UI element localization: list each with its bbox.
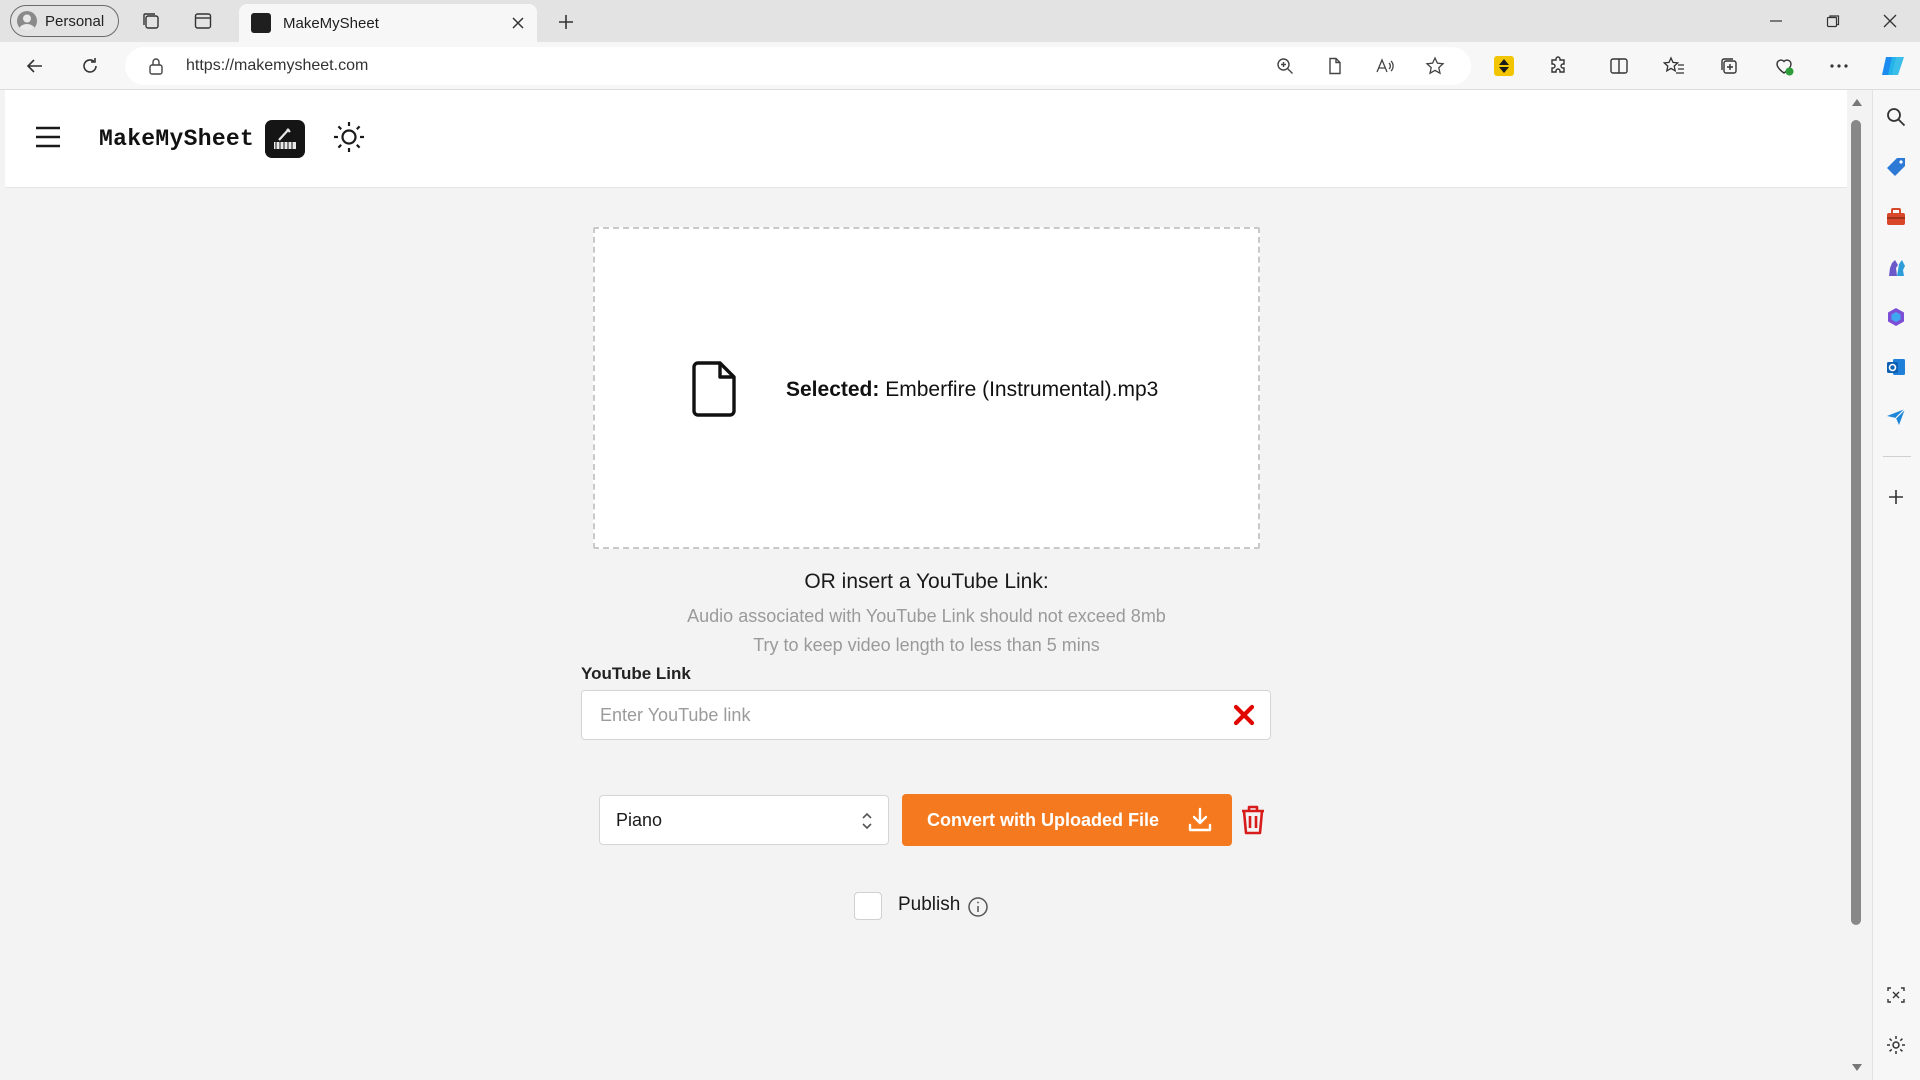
url-text[interactable]: https://makemysheet.com xyxy=(186,57,368,75)
sidebar-search-icon[interactable] xyxy=(1885,106,1909,130)
favorite-star-icon[interactable] xyxy=(1418,49,1452,83)
profile-label: Personal xyxy=(45,12,105,30)
page-content: MakeMySheet Selected: Emberfire (Instrum… xyxy=(5,90,1847,1080)
sidebar-settings-icon[interactable] xyxy=(1885,1034,1909,1058)
extensions-puzzle-icon[interactable] xyxy=(1541,49,1575,83)
app-logo-icon[interactable] xyxy=(265,120,305,158)
scroll-down-icon[interactable] xyxy=(1851,1062,1863,1072)
copilot-icon[interactable] xyxy=(1876,49,1910,83)
browser-tab-bar: Personal MakeMySheet xyxy=(0,0,1920,42)
scroll-up-icon[interactable] xyxy=(1851,98,1863,108)
favorites-icon[interactable] xyxy=(1657,49,1691,83)
youtube-link-input[interactable] xyxy=(581,690,1271,740)
sidebar-microsoft365-icon[interactable] xyxy=(1885,306,1909,330)
more-options-icon[interactable] xyxy=(1822,49,1856,83)
address-bar[interactable]: https://makemysheet.com xyxy=(125,47,1471,85)
file-dropzone[interactable]: Selected: Emberfire (Instrumental).mp3 xyxy=(593,227,1260,549)
close-tab-icon[interactable] xyxy=(511,16,525,30)
sidebar-screenshot-icon[interactable] xyxy=(1885,984,1909,1008)
sidebar-outlook-icon[interactable] xyxy=(1885,356,1909,380)
sidebar-tools-icon[interactable] xyxy=(1885,206,1909,230)
youtube-length-hint: Try to keep video length to less than 5 … xyxy=(753,635,1100,655)
sidebar-send-icon[interactable] xyxy=(1885,406,1909,430)
profile-avatar-icon xyxy=(17,11,37,31)
youtube-section-title: OR insert a YouTube Link: xyxy=(804,570,1049,593)
profile-button[interactable]: Personal xyxy=(10,5,119,37)
instrument-select[interactable]: Piano xyxy=(599,795,889,845)
selected-file-name: Emberfire (Instrumental).mp3 xyxy=(885,378,1159,401)
file-icon xyxy=(690,359,742,419)
restore-icon[interactable] xyxy=(1803,0,1863,42)
sidebar-add-icon[interactable] xyxy=(1885,486,1909,510)
youtube-link-label: YouTube Link xyxy=(581,664,691,683)
extension-shield-icon[interactable] xyxy=(1487,49,1521,83)
download-icon xyxy=(1186,806,1214,834)
tab-title: MakeMySheet xyxy=(283,14,379,32)
selected-file-text: Selected: Emberfire (Instrumental).mp3 xyxy=(786,378,1158,402)
close-window-icon[interactable] xyxy=(1860,0,1920,42)
refresh-icon[interactable] xyxy=(73,49,107,83)
split-screen-icon[interactable] xyxy=(1602,49,1636,83)
workspaces-icon[interactable] xyxy=(133,3,169,39)
publish-checkbox[interactable] xyxy=(854,892,882,920)
app-brand-title[interactable]: MakeMySheet xyxy=(99,126,254,152)
sidebar-divider xyxy=(1883,456,1911,457)
back-icon[interactable] xyxy=(18,49,52,83)
new-tab-icon[interactable] xyxy=(548,4,584,40)
sidebar-games-icon[interactable] xyxy=(1885,256,1909,280)
vertical-tabs-icon[interactable] xyxy=(185,3,221,39)
theme-toggle-sun-icon[interactable] xyxy=(332,120,366,154)
site-favicon-icon xyxy=(251,13,271,33)
instrument-selected-value: Piano xyxy=(616,809,663,830)
convert-button-label: Convert with Uploaded File xyxy=(927,809,1160,830)
publish-label[interactable]: Publish xyxy=(898,894,960,916)
browser-essentials-icon[interactable] xyxy=(1767,49,1801,83)
browser-sidebar xyxy=(1872,90,1920,1080)
info-icon[interactable] xyxy=(967,896,989,918)
minimize-icon[interactable] xyxy=(1746,0,1806,42)
sidebar-shopping-icon[interactable] xyxy=(1885,156,1909,180)
read-aloud-icon[interactable] xyxy=(1368,49,1402,83)
menu-hamburger-icon[interactable] xyxy=(33,125,63,149)
chevron-up-down-icon xyxy=(860,810,874,832)
app-header: MakeMySheet xyxy=(5,90,1847,188)
delete-trash-icon[interactable] xyxy=(1239,804,1267,836)
selected-file-label: Selected: xyxy=(786,378,880,401)
tab-makemysheet[interactable]: MakeMySheet xyxy=(239,4,537,42)
clear-youtube-link-icon[interactable] xyxy=(1230,701,1258,729)
lock-icon[interactable] xyxy=(139,49,173,83)
address-toolbar: https://makemysheet.com xyxy=(0,42,1920,90)
collections-icon[interactable] xyxy=(1712,49,1746,83)
page-scrollbar[interactable] xyxy=(1847,90,1867,1080)
convert-button[interactable]: Convert with Uploaded File xyxy=(902,794,1232,846)
page-icon[interactable] xyxy=(1318,49,1352,83)
zoom-icon[interactable] xyxy=(1268,49,1302,83)
scrollbar-thumb[interactable] xyxy=(1851,120,1861,925)
youtube-size-hint: Audio associated with YouTube Link shoul… xyxy=(687,606,1166,626)
